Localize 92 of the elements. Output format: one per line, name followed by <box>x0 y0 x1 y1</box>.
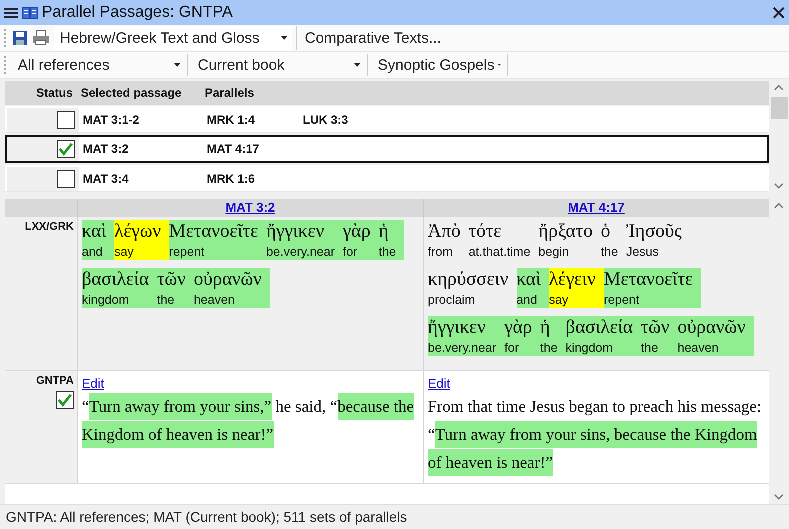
table-cell-text: MAT 3:4 <box>82 172 130 186</box>
table-cell-text: MRK 1:4 <box>206 113 256 127</box>
window-title: Parallel Passages: GNTPA <box>42 4 234 22</box>
status-checkbox[interactable] <box>57 111 75 129</box>
filter-dropdown[interactable]: Synoptic Gospels <box>372 54 508 76</box>
table-cell-text: MRK 1:6 <box>206 172 256 186</box>
menu-icon[interactable] <box>4 6 18 18</box>
passage-row[interactable]: MAT 3:2 MAT 4:17 <box>5 135 769 163</box>
greek-word: καὶ <box>516 268 542 292</box>
filter-dropdown[interactable]: Current book <box>192 54 368 76</box>
filter-dropdown[interactable]: All references <box>12 54 188 76</box>
gloss-word: the <box>600 244 618 260</box>
gloss-word: and <box>82 244 104 260</box>
print-icon[interactable] <box>32 30 50 46</box>
table-cell-text: MAT 3:1-2 <box>82 113 140 127</box>
scroll-up-icon[interactable] <box>774 203 784 209</box>
gloss-word: Jesus <box>626 244 660 260</box>
gloss-word: for <box>343 244 359 260</box>
greek-word: βασιλεία <box>566 316 634 340</box>
greek-word: βασιλεία <box>82 268 150 292</box>
gloss-word: at.that.time <box>468 244 531 260</box>
greek-word: ἤγγικεν <box>428 316 487 340</box>
gloss-word: from <box>428 244 454 260</box>
caret-icon <box>281 36 288 40</box>
gloss-word: and <box>516 292 538 308</box>
greek-word: λέγων <box>114 220 162 244</box>
gloss-word: heaven <box>194 292 236 308</box>
greek-word: ἡ <box>540 316 552 340</box>
row-label: LXX/GRK <box>25 221 74 233</box>
greek-word: καὶ <box>82 220 106 244</box>
gloss-word: be.very.near <box>428 340 497 356</box>
greek-word: τότε <box>468 220 503 244</box>
version-checkbox[interactable] <box>56 391 74 409</box>
gloss-word: kingdom <box>82 292 130 308</box>
passage-link[interactable]: MAT 3:2 <box>226 200 276 215</box>
scroll-down-icon[interactable] <box>774 183 784 189</box>
gloss-word: begin <box>538 244 570 260</box>
greek-word: οὐρανῶν <box>194 268 262 292</box>
gloss-word: proclaim <box>428 292 476 308</box>
passage-link[interactable]: MAT 4:17 <box>568 200 625 215</box>
status-checkbox[interactable] <box>57 140 75 158</box>
greek-word: λέγειν <box>549 268 596 292</box>
greek-word: ἤρξατο <box>538 220 593 244</box>
greek-word: ὁ <box>600 220 612 244</box>
gloss-word: for <box>504 340 520 356</box>
gloss-word: kingdom <box>566 340 614 356</box>
edit-link[interactable]: Edit <box>82 376 104 391</box>
column-header: Status <box>35 86 74 100</box>
column-header: Parallels <box>204 86 256 100</box>
caret-icon <box>174 63 181 67</box>
table-cell-text: MAT 3:2 <box>82 142 130 156</box>
passage-row[interactable]: MAT 3:1-2 MRK 1:4 LUK 3:3 <box>5 106 769 133</box>
columns-icon <box>22 6 38 18</box>
greek-word: γὰρ <box>343 220 371 244</box>
gloss-word: say <box>114 244 135 260</box>
gloss-word: the <box>540 340 558 356</box>
table-cell-text: LUK 3:3 <box>302 113 350 127</box>
gloss-word: the <box>378 244 396 260</box>
greek-word: Μετανοεῖτε <box>604 268 694 292</box>
greek-word: τῶν <box>157 268 186 292</box>
save-icon[interactable] <box>12 30 28 46</box>
scroll-down-icon[interactable] <box>774 494 784 500</box>
greek-word: ἤγγικεν <box>266 220 326 244</box>
greek-word: Ἀπὸ <box>428 220 461 244</box>
greek-word: κηρύσσειν <box>428 268 509 292</box>
row-label: GNTPA <box>36 375 74 387</box>
close-icon[interactable] <box>773 6 785 18</box>
scroll-thumb[interactable] <box>770 97 788 119</box>
greek-word: τῶν <box>641 316 670 340</box>
caret-icon <box>498 63 501 67</box>
gloss-word: the <box>641 340 660 356</box>
column-header: Selected passage <box>80 86 183 100</box>
gloss-word: repent <box>169 244 206 260</box>
gloss-word: say <box>549 292 570 308</box>
text-type-dropdown[interactable]: Hebrew/Greek Text and Gloss <box>54 26 292 50</box>
scroll-up-icon[interactable] <box>774 85 784 91</box>
gloss-word: heaven <box>678 340 720 356</box>
table-cell-text: MAT 4:17 <box>206 142 260 156</box>
status-text: GNTPA: All references; MAT (Current book); 511 sets of parallels <box>6 509 408 525</box>
caret-icon <box>354 63 361 67</box>
gloss-word: be.very.near <box>266 244 335 260</box>
greek-word: Ἰησοῦς <box>626 220 682 244</box>
gloss-word: repent <box>604 292 640 308</box>
greek-word: γὰρ <box>504 316 532 340</box>
greek-word: Μετανοεῖτε <box>169 220 258 244</box>
greek-word: ἡ <box>378 220 390 244</box>
greek-word: οὐρανῶν <box>678 316 746 340</box>
gloss-word: the <box>157 292 176 308</box>
status-checkbox[interactable] <box>57 170 75 188</box>
edit-link[interactable]: Edit <box>428 376 450 391</box>
comparative-texts-button[interactable]: Comparative Texts... <box>296 26 450 50</box>
passage-row[interactable]: MAT 3:4 MRK 1:6 <box>5 165 769 192</box>
